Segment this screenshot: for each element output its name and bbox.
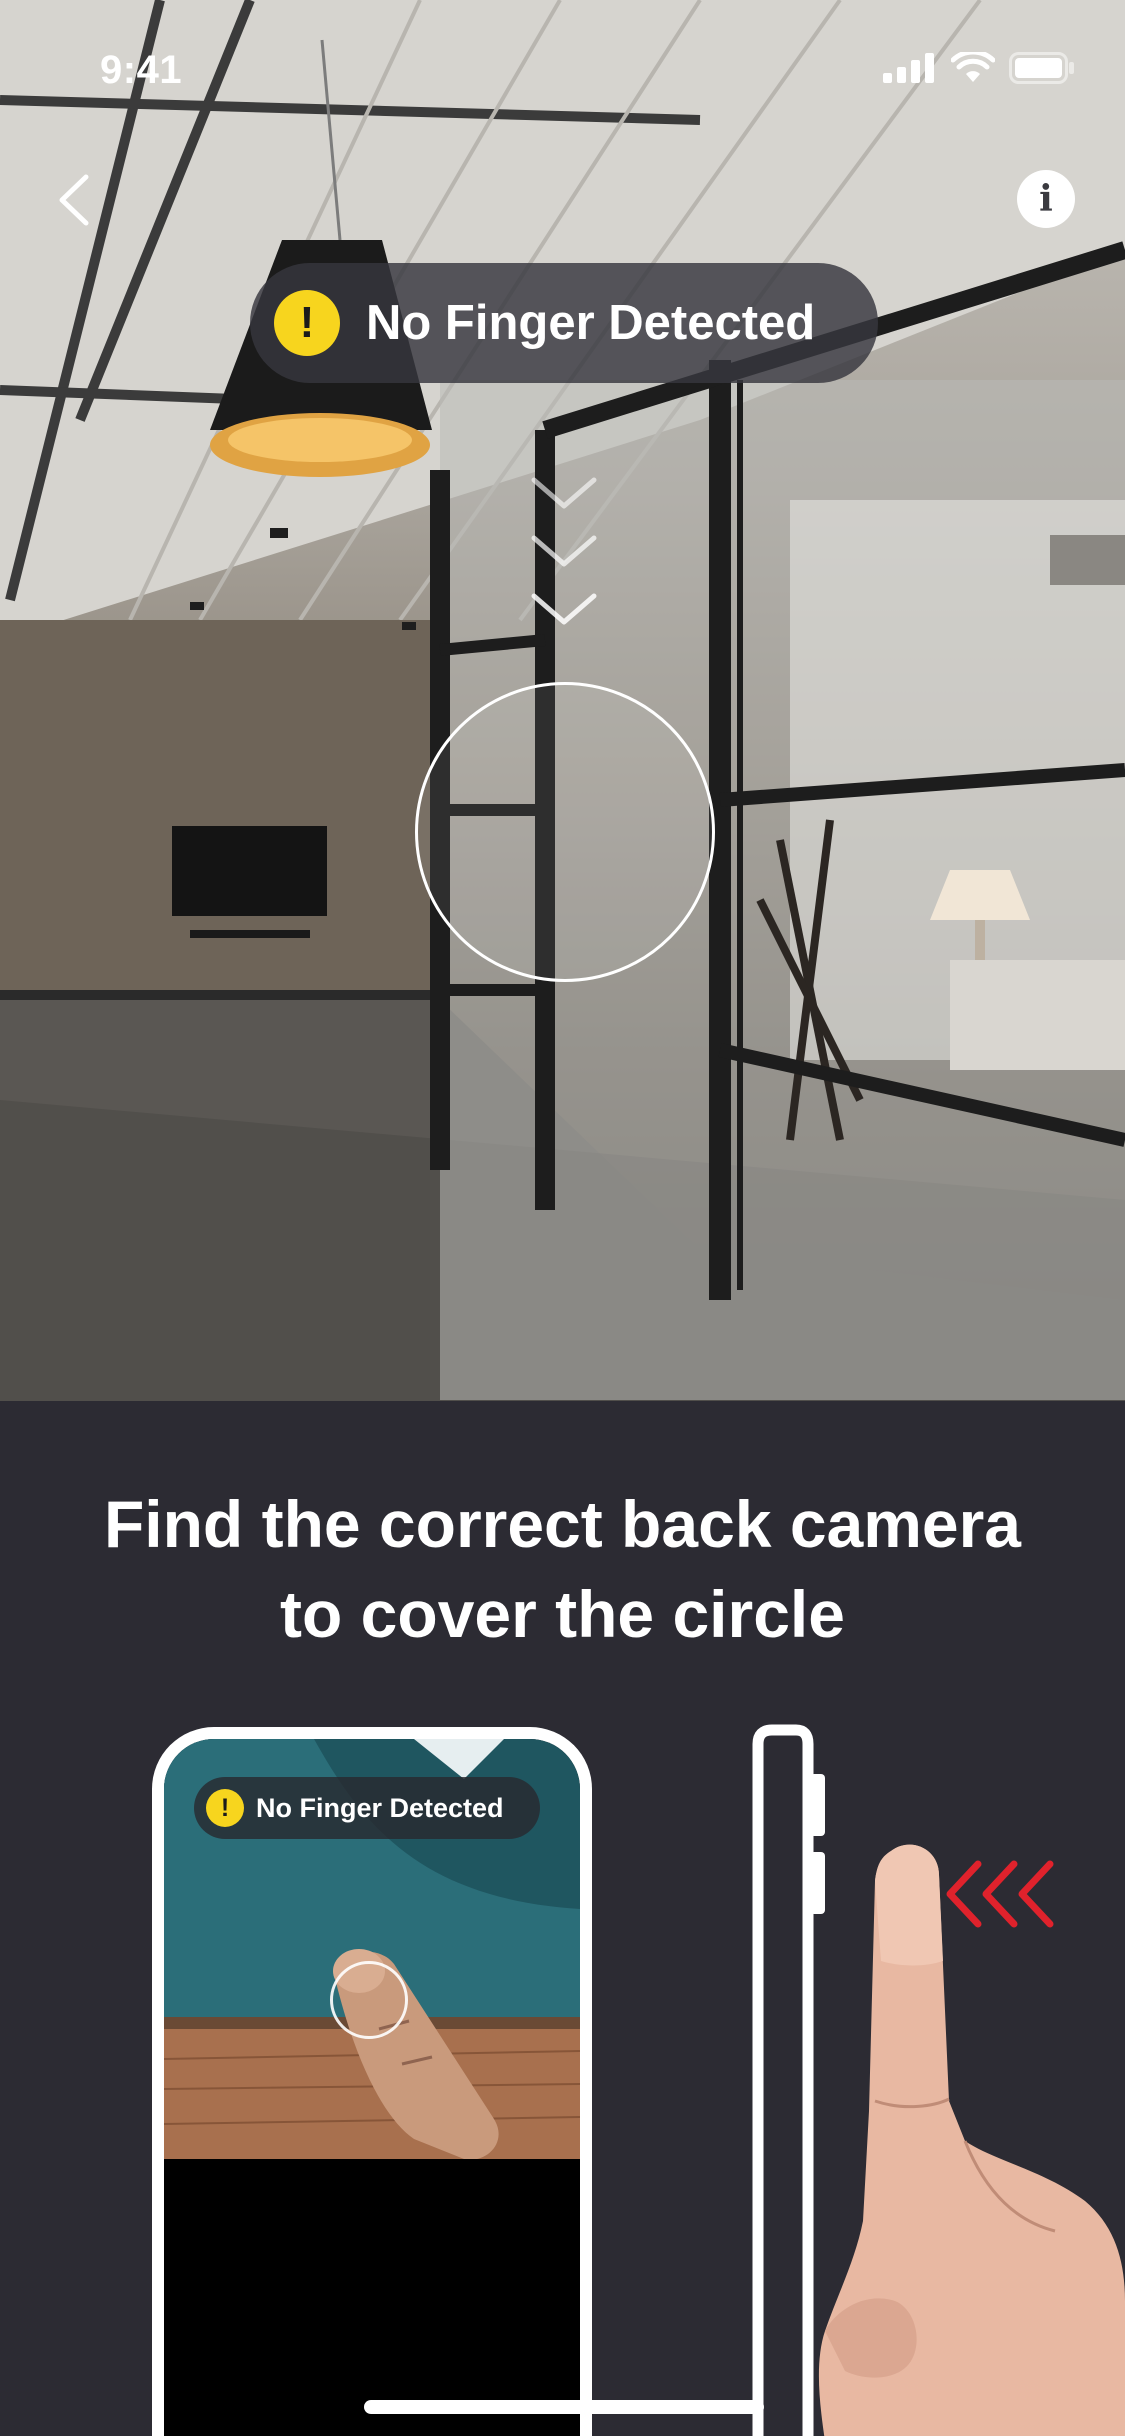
status-toast: ! No Finger Detected: [250, 263, 878, 383]
phone-screen-illustration: ! No Finger Detected: [164, 1739, 580, 2436]
instruction-line-2: to cover the circle: [280, 1577, 845, 1651]
status-toast-text: No Finger Detected: [366, 296, 816, 350]
status-icons: [883, 52, 1075, 84]
status-bar: 9:41: [0, 0, 1125, 140]
chevrons-left-icon: [946, 1860, 1054, 1928]
phone-front-illustration: ! No Finger Detected: [152, 1727, 592, 2436]
cellular-signal-icon: [883, 53, 934, 83]
instruction-line-1: Find the correct back camera: [103, 1487, 1022, 1561]
mini-status-toast: ! No Finger Detected: [194, 1777, 540, 1839]
home-indicator[interactable]: [364, 2400, 764, 2414]
chevron-left-icon: [59, 174, 89, 226]
info-icon: i: [1039, 178, 1053, 220]
mini-status-toast-text: No Finger Detected: [256, 1792, 504, 1823]
instruction-headline: Find the correct back camera to cover th…: [0, 1479, 1125, 1659]
info-button[interactable]: i: [1017, 170, 1075, 228]
finger-on-camera-image: [164, 1739, 580, 2436]
wifi-icon: [951, 52, 995, 82]
finger-target-circle: [415, 682, 715, 982]
status-time: 9:41: [100, 48, 183, 92]
back-button[interactable]: [50, 165, 110, 235]
chevron-down-icon: [531, 477, 597, 625]
camera-preview: 9:41 i ! No Finger Detected: [0, 0, 1125, 1401]
warning-icon: !: [274, 290, 340, 356]
battery-icon: [1009, 52, 1074, 84]
mini-warning-icon: !: [206, 1789, 244, 1827]
instruction-panel: Find the correct back camera to cover th…: [0, 1401, 1125, 2436]
mini-target-circle: [330, 1961, 408, 2039]
